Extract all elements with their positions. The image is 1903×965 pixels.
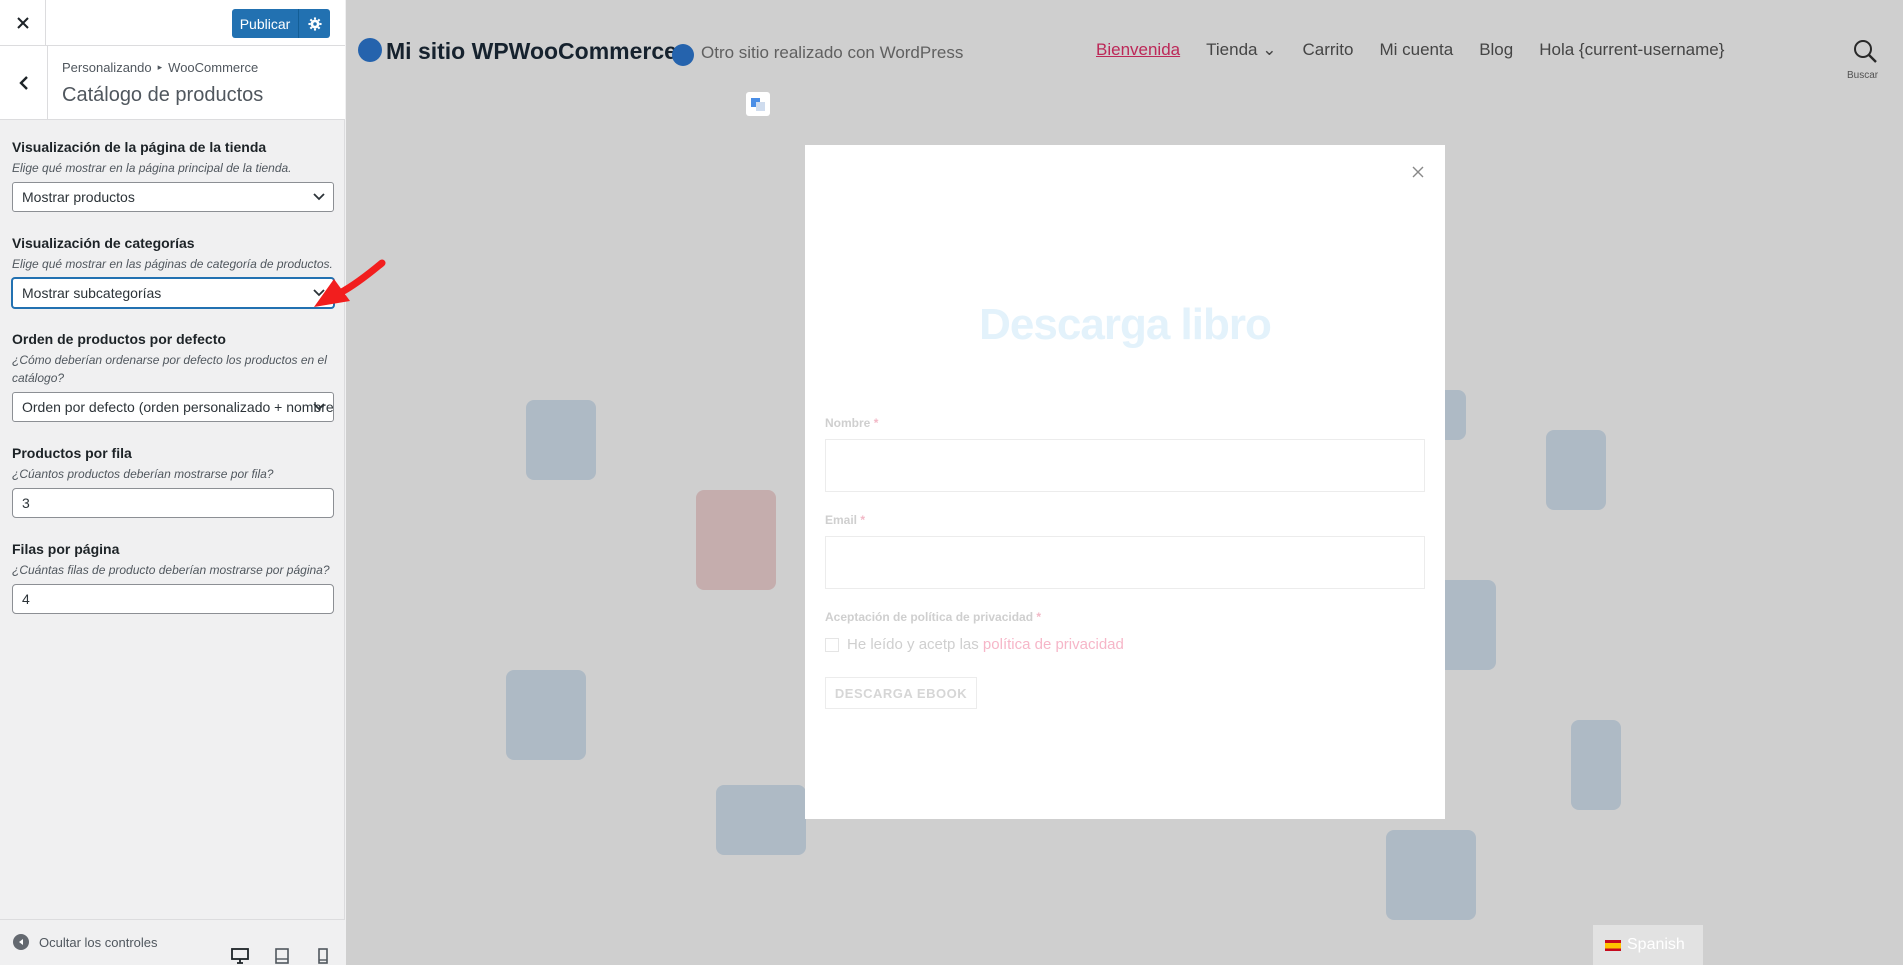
privacy-checkbox[interactable] [825,637,839,652]
customizer-topbar: Publicar [0,0,345,46]
shop-display-select[interactable]: Mostrar productos [12,182,334,212]
control-description: Elige qué mostrar en la página principal… [12,161,292,175]
email-field[interactable] [825,536,1425,589]
chevron-down-icon [313,289,325,297]
breadcrumb-item: Personalizando [62,60,152,75]
publish-group: Publicar [232,9,330,38]
label-text: Nombre [825,416,871,430]
control-title: Filas por página [12,541,120,557]
control-default-order: Orden de productos por defecto ¿Cómo deb… [12,330,334,422]
category-display-select[interactable]: Mostrar subcategorías [12,278,334,308]
control-description: ¿Cúantos productos deberían mostrarse po… [12,467,274,481]
close-icon [16,17,29,29]
rows-per-page-input[interactable]: 4 [12,584,334,614]
download-popup: Descarga libro Nombre * Email * Aceptaci… [805,145,1445,819]
gear-icon [307,16,322,31]
privacy-field-label: Aceptación de política de privacidad * [825,610,1041,624]
section-title: Catálogo de productos [62,84,264,106]
close-icon[interactable] [1411,165,1425,179]
control-description: ¿Cómo deberían ordenarse por defecto los… [12,353,327,385]
control-title: Visualización de la página de la tienda [12,139,267,155]
select-value: Orden por defecto (orden personalizado +… [22,399,334,415]
site-preview: Mi sitio WPWooCommerce Otro sitio realiz… [346,0,1903,965]
mobile-icon [318,948,328,964]
control-description: ¿Cuántas filas de producto deberían most… [12,563,330,577]
customizer-footer: Ocultar los controles [0,919,345,965]
required-mark: * [860,513,866,527]
control-products-per-row: Productos por fila ¿Cúantos productos de… [12,444,334,518]
collapse-icon [13,934,29,950]
translate-icon[interactable] [746,92,770,116]
chevron-left-icon [18,76,28,90]
control-description: Elige qué mostrar en las páginas de cate… [12,257,333,271]
hide-controls-button[interactable]: Ocultar los controles [13,934,158,950]
control-shop-display: Visualización de la página de la tienda … [12,138,334,212]
popup-title: Descarga libro [979,300,1272,349]
required-mark: * [1036,610,1042,624]
name-field[interactable] [825,439,1425,492]
privacy-policy-link[interactable]: política de privacidad [983,636,1124,653]
desktop-icon [231,948,249,964]
language-label: Spanish [1627,936,1685,953]
breadcrumb-separator-icon: ▸ [157,62,163,72]
name-field-label: Nombre * [825,416,878,430]
controls-panel: Visualización de la página de la tienda … [12,138,334,614]
control-title: Visualización de categorías [12,235,195,251]
control-category-display: Visualización de categorías Elige qué mo… [12,234,334,308]
chevron-down-icon [313,193,325,201]
products-per-row-input[interactable]: 3 [12,488,334,518]
hide-controls-label: Ocultar los controles [39,934,158,950]
breadcrumb-item: WooCommerce [168,60,259,75]
control-rows-per-page: Filas por página ¿Cuántas filas de produ… [12,540,334,614]
language-switcher[interactable]: Spanish [1593,925,1703,965]
close-customizer-button[interactable] [0,0,46,46]
spain-flag-icon [1605,939,1621,951]
default-order-select[interactable]: Orden por defecto (orden personalizado +… [12,392,334,422]
select-value: Mostrar subcategorías [22,285,162,301]
preview-desktop-button[interactable] [230,947,250,965]
tablet-icon [275,948,289,964]
preview-mobile-button[interactable] [313,947,333,965]
publish-settings-button[interactable] [298,9,330,38]
preview-tablet-button[interactable] [272,947,292,965]
breadcrumb: Personalizando ▸ WooCommerce [62,60,258,75]
customizer-sidebar: Publicar Personalizando ▸ WooCommerce Ca… [0,0,345,965]
select-value: Mostrar productos [22,189,135,205]
back-button[interactable] [0,46,48,120]
label-text: Aceptación de política de privacidad [825,610,1034,624]
email-field-label: Email * [825,513,865,527]
download-ebook-button[interactable]: DESCARGA EBOOK [825,677,977,709]
privacy-row: He leído y acetp las política de privaci… [825,636,1124,653]
privacy-text: He leído y acetp las [847,636,979,653]
chevron-down-icon [313,403,325,411]
section-header: Personalizando ▸ WooCommerce Catálogo de… [0,46,345,120]
control-title: Orden de productos por defecto [12,331,226,347]
publish-button[interactable]: Publicar [232,9,298,38]
control-title: Productos por fila [12,445,132,461]
label-text: Email [825,513,858,527]
required-mark: * [873,416,879,430]
